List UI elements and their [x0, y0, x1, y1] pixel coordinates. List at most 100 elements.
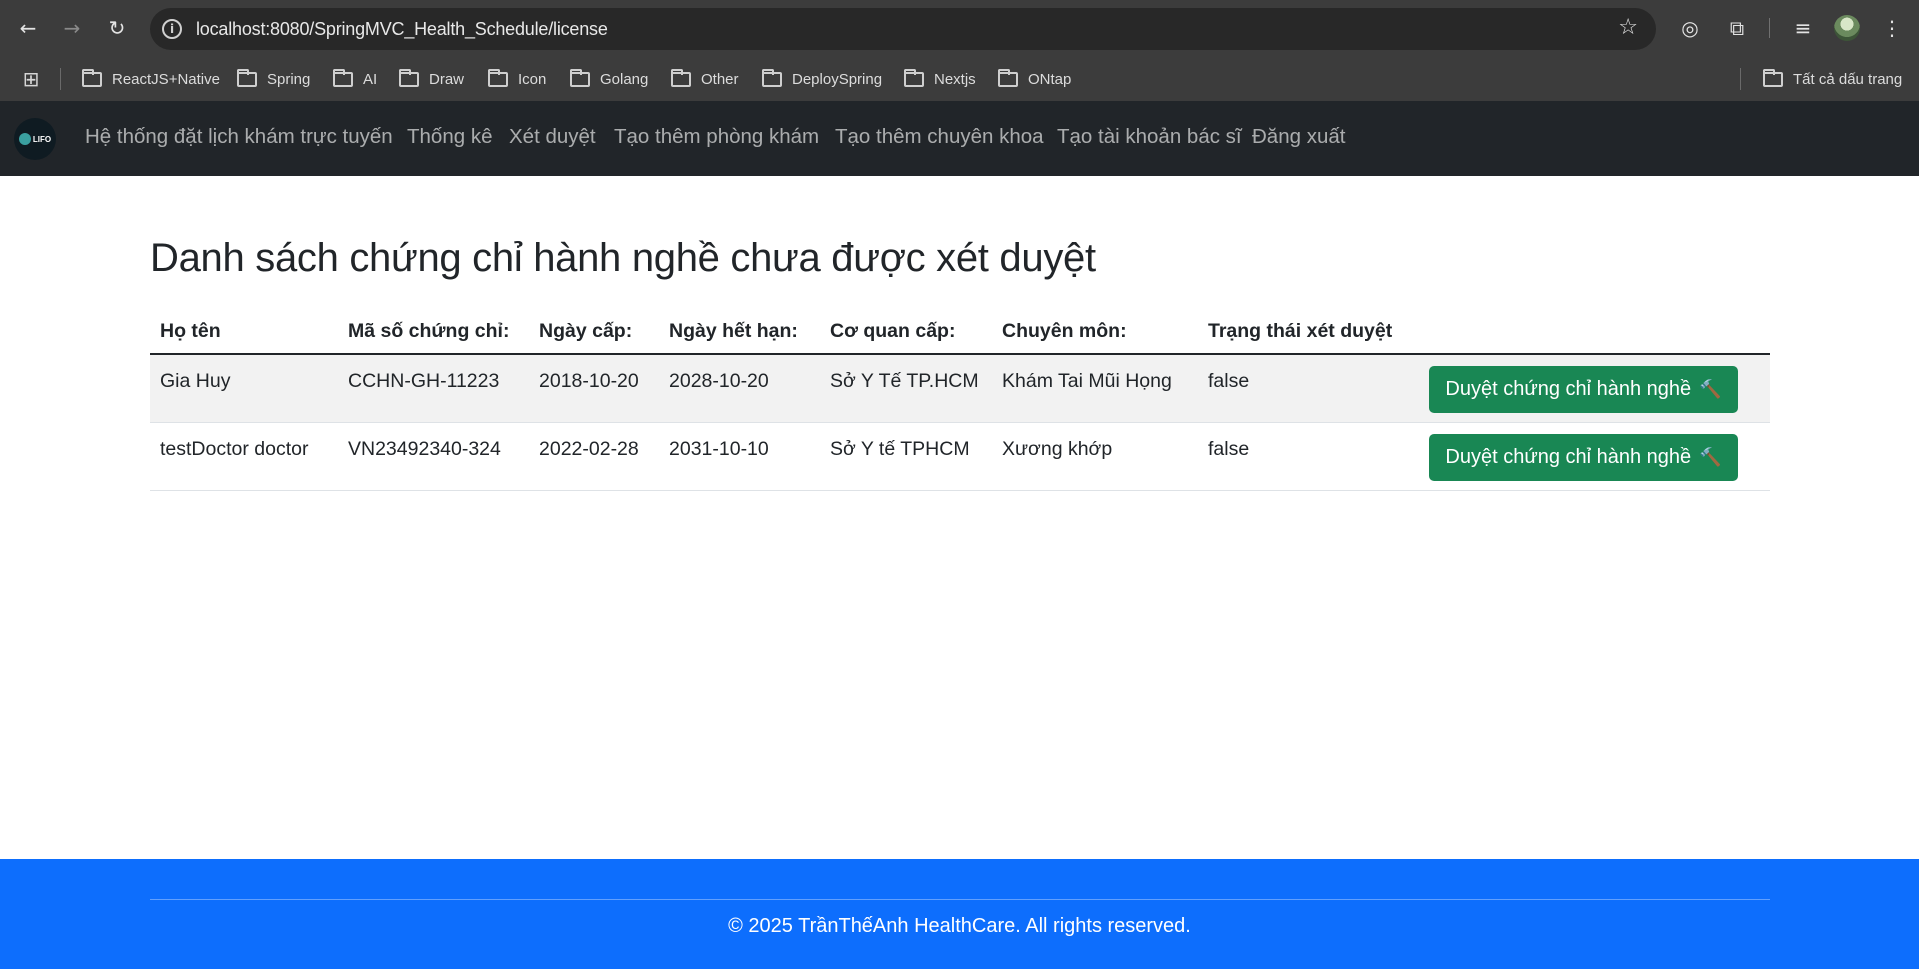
bookmarks-divider [60, 68, 61, 90]
cell-code: CCHN-GH-11223 [348, 370, 500, 392]
cell-expires: 2031-10-10 [669, 438, 769, 460]
bookmarks-divider [1740, 68, 1741, 90]
back-button[interactable]: ← [12, 12, 44, 44]
apps-grid-icon[interactable]: ⊞ [20, 67, 42, 91]
folder-icon [333, 68, 353, 87]
cell-authority: Sở Y Tế TP.HCM [830, 370, 979, 392]
bookmark-folder[interactable]: AI [333, 68, 377, 90]
cell-name: testDoctor doctor [160, 438, 309, 460]
folder-icon [488, 68, 508, 87]
column-header-name: Họ tên [160, 320, 221, 342]
bookmark-label: Nextjs [934, 70, 976, 88]
bookmark-folder[interactable]: Other [671, 68, 739, 90]
kebab-menu-icon[interactable]: ⋮ [1877, 13, 1907, 43]
nav-link-review[interactable]: Xét duyệt [509, 125, 596, 149]
approve-license-button[interactable]: Duyệt chứng chỉ hành nghề 🔨 [1429, 434, 1738, 481]
bookmark-label: Other [701, 70, 739, 88]
nav-link-logout[interactable]: Đăng xuất [1252, 125, 1345, 149]
nav-link-create-doctor-account[interactable]: Tạo tài khoản bác sĩ [1057, 125, 1242, 149]
nav-link-create-clinic[interactable]: Tạo thêm phòng khám [614, 125, 819, 149]
folder-icon [998, 68, 1018, 87]
compass-icon[interactable]: ◎ [1675, 13, 1705, 43]
cell-issued: 2022-02-28 [539, 438, 639, 460]
cell-expires: 2028-10-20 [669, 370, 769, 392]
logo-mark [18, 133, 31, 145]
footer-divider [150, 899, 1770, 900]
cell-status: false [1208, 438, 1250, 460]
bookmark-label: Spring [267, 70, 311, 88]
arrow-left-icon: ← [19, 16, 37, 40]
brand-logo[interactable]: LIFO [14, 118, 56, 160]
column-header-issued: Ngày cấp: [539, 320, 633, 342]
site-footer: © 2025 TrầnThếAnh HealthCare. All rights… [0, 859, 1919, 969]
cell-code: VN23492340-324 [348, 438, 501, 460]
table-row: Gia Huy CCHN-GH-11223 2018-10-20 2028-10… [150, 355, 1770, 423]
bookmark-label: Golang [600, 70, 649, 88]
approve-license-button[interactable]: Duyệt chứng chỉ hành nghề 🔨 [1429, 366, 1738, 413]
folder-icon [904, 68, 924, 87]
approve-button-label: Duyệt chứng chỉ hành nghề [1445, 446, 1692, 468]
bookmark-folder[interactable]: Icon [488, 68, 546, 90]
folder-icon [762, 68, 782, 87]
address-bar[interactable]: i localhost:8080/SpringMVC_Health_Schedu… [150, 8, 1656, 50]
cell-specialty: Khám Tai Mũi Họng [1002, 370, 1172, 392]
media-queue-icon[interactable]: ≡ [1788, 13, 1818, 43]
bookmark-folder[interactable]: ONtap [998, 68, 1071, 90]
logo-text: LIFO [32, 134, 52, 144]
folder-icon [237, 68, 257, 87]
bookmark-label: ONtap [1028, 70, 1072, 88]
column-header-status: Trạng thái xét duyệt [1208, 320, 1393, 342]
footer-copyright: © 2025 TrầnThếAnh HealthCare. All rights… [728, 915, 1191, 937]
reload-button[interactable]: ↻ [101, 12, 133, 44]
reload-icon: ↻ [108, 16, 126, 40]
browser-toolbar: ← → ↻ i localhost:8080/SpringMVC_Health_… [0, 0, 1919, 58]
cell-name: Gia Huy [160, 370, 231, 392]
hammer-icon: 🔨 [1699, 379, 1722, 400]
bookmark-label: Tất cả dấu trang [1793, 70, 1903, 88]
browser-chrome: ← → ↻ i localhost:8080/SpringMVC_Health_… [0, 0, 1919, 101]
bookmark-folder[interactable]: DeploySpring [762, 68, 882, 90]
bookmark-label: DeploySpring [792, 70, 883, 88]
cell-specialty: Xương khớp [1002, 438, 1113, 460]
bookmark-folder[interactable]: Spring [237, 68, 310, 90]
info-icon[interactable]: i [162, 19, 182, 39]
nav-link-statistics[interactable]: Thống kê [407, 125, 492, 149]
app-navbar: LIFO Hệ thống đặt lịch khám trực tuyến T… [0, 101, 1919, 176]
page-title: Danh sách chứng chỉ hành nghề chưa được … [150, 236, 1096, 280]
bookmark-folder[interactable]: Draw [399, 68, 464, 90]
arrow-right-icon: → [63, 16, 81, 40]
nav-link-create-specialty[interactable]: Tạo thêm chuyên khoa [835, 125, 1044, 149]
column-header-code: Mã số chứng chỉ: [348, 320, 510, 342]
url-text[interactable]: localhost:8080/SpringMVC_Health_Schedule… [196, 19, 608, 40]
bookmark-label: ReactJS+Native [112, 70, 220, 88]
nav-link-home[interactable]: Hệ thống đặt lịch khám trực tuyến [85, 125, 393, 149]
column-header-expires: Ngày hết hạn: [669, 320, 798, 342]
approve-button-label: Duyệt chứng chỉ hành nghề [1445, 378, 1692, 400]
bookmark-folder[interactable]: Golang [570, 68, 648, 90]
bookmark-label: Icon [518, 70, 547, 88]
forward-button[interactable]: → [56, 12, 88, 44]
bookmark-label: Draw [429, 70, 465, 88]
star-icon[interactable]: ☆ [1618, 15, 1638, 40]
column-header-specialty: Chuyên môn: [1002, 320, 1127, 342]
bookmark-label: AI [363, 70, 378, 88]
column-header-authority: Cơ quan cấp: [830, 320, 956, 342]
bookmark-folder[interactable]: Nextjs [904, 68, 976, 90]
folder-icon [1763, 68, 1783, 87]
folder-icon [399, 68, 419, 87]
profile-avatar[interactable] [1834, 15, 1860, 41]
folder-icon [82, 68, 102, 87]
cell-issued: 2018-10-20 [539, 370, 639, 392]
puzzle-icon[interactable]: ⧉ [1722, 13, 1752, 43]
bookmark-folder[interactable]: ReactJS+Native [82, 68, 220, 90]
cell-authority: Sở Y tế TPHCM [830, 438, 970, 460]
table-header: Họ tên Mã số chứng chỉ: Ngày cấp: Ngày h… [150, 311, 1770, 355]
hammer-icon: 🔨 [1699, 447, 1722, 468]
folder-icon [671, 68, 691, 87]
license-table: Họ tên Mã số chứng chỉ: Ngày cấp: Ngày h… [150, 311, 1770, 491]
bookmarks-bar: ⊞ ReactJS+Native Spring AI Draw Icon Gol… [0, 58, 1919, 100]
all-bookmarks-folder[interactable]: Tất cả dấu trang [1763, 68, 1902, 90]
toolbar-divider [1769, 18, 1770, 38]
table-row: testDoctor doctor VN23492340-324 2022-02… [150, 423, 1770, 491]
cell-status: false [1208, 370, 1250, 392]
